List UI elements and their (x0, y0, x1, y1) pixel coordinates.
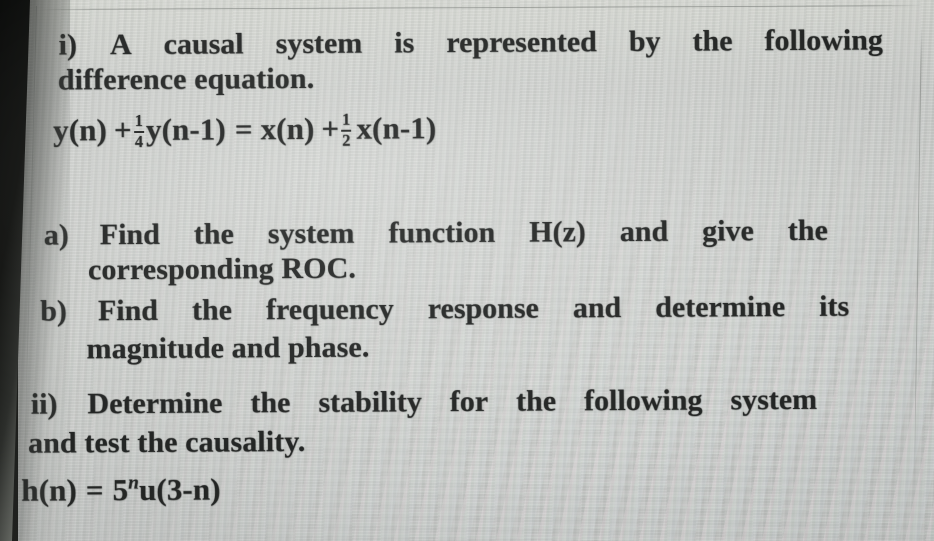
question-ii-marker: ii) (30, 387, 58, 421)
eq-rhs-term-2: x(n-1) (356, 110, 437, 146)
word: A (109, 28, 132, 62)
word: frequency (265, 292, 394, 327)
question-ii-line-1: ii) Determine the stability for the foll… (31, 383, 817, 422)
word: by (628, 24, 661, 59)
word: Find (99, 217, 160, 252)
word: the (193, 217, 234, 251)
word: give (702, 214, 754, 248)
fraction-numerator: 1 (342, 110, 351, 130)
eq-plus-1: + (113, 112, 132, 148)
word: function (388, 215, 496, 250)
hn-lhs: h(n) (21, 472, 77, 508)
word: the (191, 293, 233, 327)
word: and (619, 214, 669, 249)
word: following (764, 23, 883, 58)
question-i-line-1: i) A causal system is represented by the… (59, 23, 883, 62)
system-function-symbol: H(z) (529, 215, 586, 249)
word: following (583, 383, 703, 418)
question-i-marker: i) (58, 28, 78, 62)
part-b-marker: b) (40, 294, 68, 328)
word: its (819, 289, 850, 323)
eq-equals: = (234, 111, 253, 147)
eq-coefficient-one-half: 12 (341, 110, 352, 150)
word: determine (655, 290, 786, 324)
word: system (275, 26, 363, 61)
hn-step-function: u(3-n) (138, 471, 221, 508)
question-i-line-2: difference equation. (57, 61, 315, 97)
eq-lhs-term-2: y(n-1) (145, 111, 226, 147)
fraction-denominator: 4 (134, 131, 144, 151)
word: stability (318, 385, 422, 419)
word: the (515, 384, 557, 418)
eq-plus-2: + (321, 110, 340, 146)
word: and (572, 291, 622, 325)
hn-base: 5 (112, 472, 129, 508)
hn-exponent: n (128, 472, 140, 494)
fraction-denominator: 2 (342, 130, 351, 150)
part-b-line-1: b) Find the frequency response and deter… (40, 290, 849, 329)
question-text-block: i) A causal system is represented by the… (0, 0, 934, 541)
word: Find (97, 293, 159, 328)
eq-lhs-term-1: y(n) (53, 112, 108, 148)
part-a-line-2: corresponding ROC. (87, 251, 357, 287)
eq-coefficient-one-quarter: 14 (133, 111, 145, 151)
difference-equation: y(n) +1 4 y(n-1) = x(n) +1 2 x(n-1) (53, 110, 436, 152)
word: Determine (87, 386, 223, 421)
word: response (427, 291, 539, 326)
hn-equals: = (85, 472, 104, 508)
impulse-response-equation: h(n) = 5nu(3-n) (21, 472, 220, 509)
word: the (787, 213, 828, 248)
part-a-marker: a) (43, 218, 69, 252)
word: the (692, 24, 733, 58)
word: for (449, 384, 489, 419)
part-a-line-1: a) Find the system function H(z) and giv… (44, 214, 828, 253)
photographed-question-sheet: i) A causal system is represented by the… (0, 0, 934, 541)
eq-rhs-term-1: x(n) (260, 110, 315, 147)
word: system (267, 216, 355, 251)
question-ii-line-2: and test the causality. (27, 424, 306, 460)
word: causal (163, 27, 244, 61)
word: is (394, 26, 415, 60)
word: the (250, 386, 291, 420)
word: represented (446, 25, 597, 60)
word: system (730, 382, 818, 417)
fraction-numerator: 1 (134, 111, 144, 131)
part-b-line-2: magnitude and phase. (86, 330, 370, 366)
